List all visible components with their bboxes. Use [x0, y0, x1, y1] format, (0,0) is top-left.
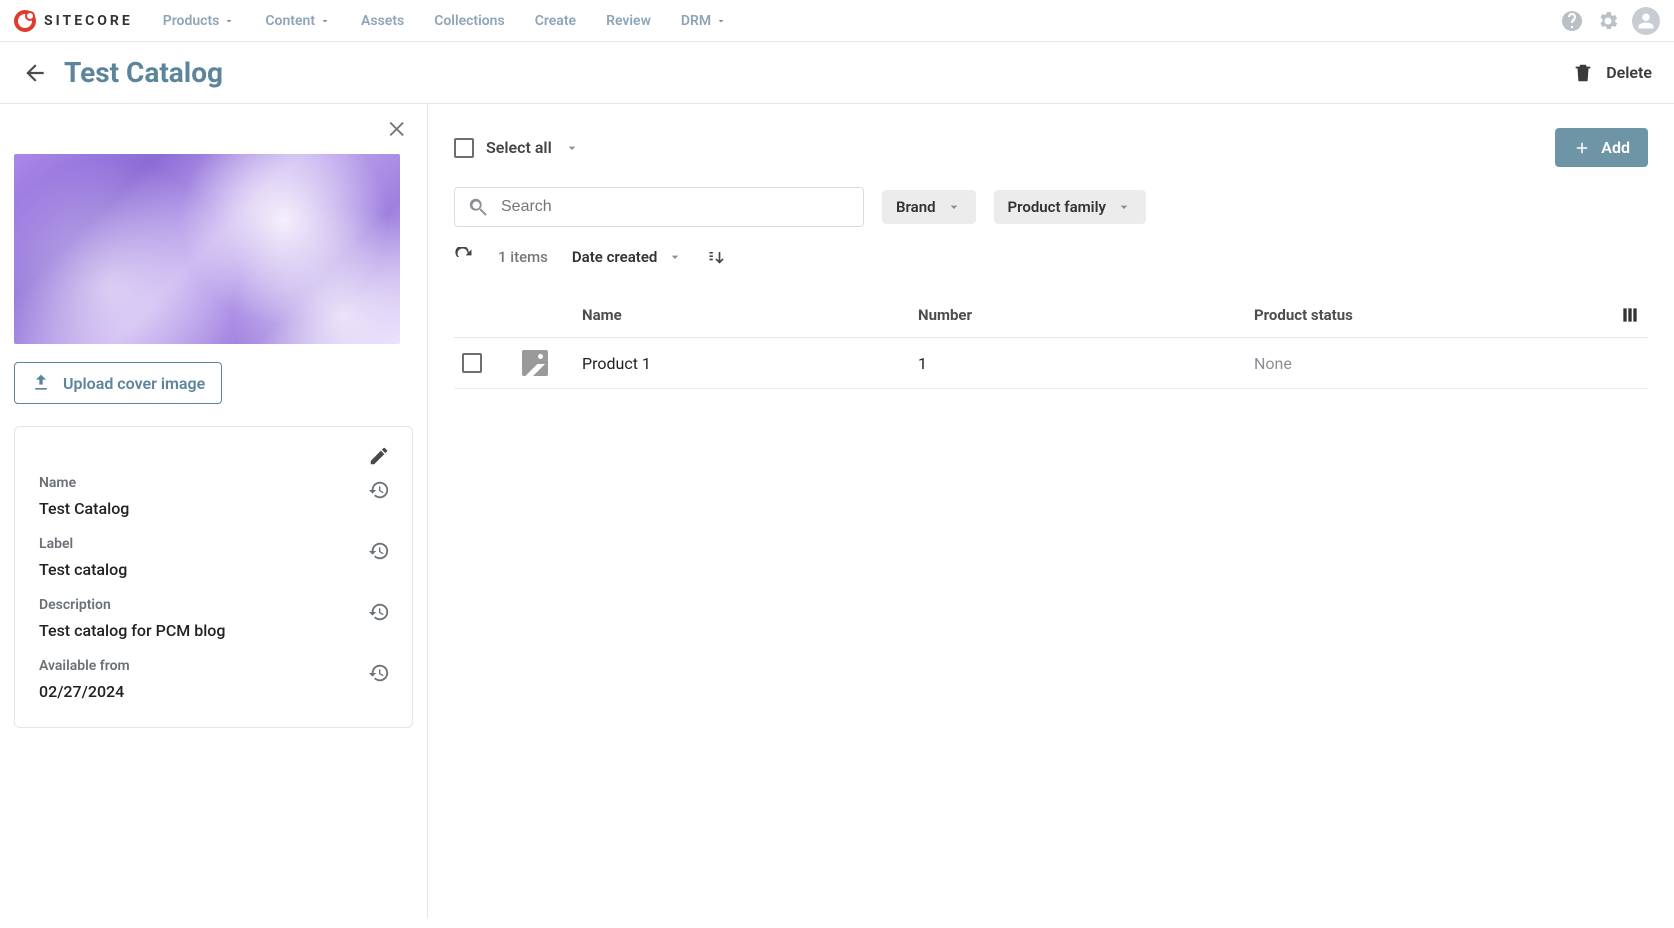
close-icon[interactable]	[387, 118, 409, 140]
refresh-icon[interactable]	[454, 247, 474, 267]
nav-content[interactable]: Content	[265, 13, 331, 29]
chevron-down-icon	[1116, 199, 1132, 215]
search-icon	[467, 196, 489, 218]
toolbar-row-2: Brand Product family	[454, 187, 1648, 227]
filter-product-family[interactable]: Product family	[994, 190, 1146, 224]
history-icon[interactable]	[368, 540, 390, 562]
page-header: Test Catalog Delete	[0, 42, 1674, 104]
select-all-checkbox[interactable]	[454, 138, 474, 158]
nav-collections-label: Collections	[434, 13, 504, 29]
field-name-label: Name	[39, 475, 388, 491]
filter-brand-label: Brand	[896, 198, 936, 216]
person-icon	[1637, 12, 1655, 30]
gear-icon[interactable]	[1596, 9, 1620, 33]
row-status: None	[1254, 354, 1580, 373]
field-label-label: Label	[39, 536, 388, 552]
top-nav: SITECORE Products Content Assets Collect…	[0, 0, 1674, 42]
chevron-down-icon[interactable]	[564, 140, 580, 156]
details-card: Name Test Catalog Label Test catalog Des…	[14, 426, 413, 728]
field-available-label: Available from	[39, 658, 388, 674]
products-table: Name Number Product status Product 1 1 N…	[454, 293, 1648, 389]
sort-direction-icon[interactable]	[707, 247, 727, 267]
nav-products-label: Products	[163, 13, 220, 29]
plus-icon	[1573, 139, 1591, 157]
history-icon[interactable]	[368, 662, 390, 684]
history-icon[interactable]	[368, 601, 390, 623]
back-arrow-icon[interactable]	[22, 60, 48, 86]
edit-icon[interactable]	[368, 445, 390, 467]
toolbar-row-3: 1 items Date created	[454, 247, 1648, 267]
search-box[interactable]	[454, 187, 864, 227]
nav-review[interactable]: Review	[606, 13, 651, 29]
chevron-down-icon	[715, 15, 727, 27]
nav-content-label: Content	[265, 13, 315, 29]
delete-button[interactable]: Delete	[1572, 62, 1652, 84]
page-title: Test Catalog	[64, 56, 223, 89]
sort-label: Date created	[572, 248, 657, 266]
sort-picker[interactable]: Date created	[572, 248, 683, 266]
nav-drm-label: DRM	[681, 13, 711, 29]
col-name: Name	[582, 306, 908, 324]
brand-logo-mark	[14, 10, 36, 32]
row-checkbox[interactable]	[462, 353, 482, 373]
toolbar-row-1: Select all Add	[454, 128, 1648, 167]
brand-logo[interactable]: SITECORE	[14, 10, 133, 32]
field-label: Label Test catalog	[39, 536, 388, 579]
search-input[interactable]	[499, 197, 851, 217]
field-label-value: Test catalog	[39, 560, 388, 579]
select-all-label: Select all	[486, 138, 552, 157]
upload-cover-label: Upload cover image	[63, 374, 205, 393]
nav-products[interactable]: Products	[163, 13, 236, 29]
row-name: Product 1	[582, 354, 908, 373]
table-header: Name Number Product status	[454, 293, 1648, 338]
field-available-value: 02/27/2024	[39, 682, 388, 701]
upload-icon	[31, 373, 51, 393]
chevron-down-icon	[319, 15, 331, 27]
brand-name: SITECORE	[44, 13, 133, 29]
row-number: 1	[918, 354, 1244, 373]
col-status: Product status	[1254, 306, 1580, 324]
header-right-icons	[1560, 7, 1660, 35]
nav-assets-label: Assets	[361, 13, 404, 29]
nav-collections[interactable]: Collections	[434, 13, 504, 29]
trash-icon	[1572, 62, 1594, 84]
help-icon[interactable]	[1560, 9, 1584, 33]
items-count: 1 items	[498, 248, 548, 266]
upload-cover-button[interactable]: Upload cover image	[14, 362, 222, 404]
chevron-down-icon	[667, 249, 683, 265]
select-all[interactable]: Select all	[454, 138, 580, 158]
chevron-down-icon	[946, 199, 962, 215]
history-icon[interactable]	[368, 479, 390, 501]
details-sidebar: Upload cover image Name Test Catalog Lab…	[0, 104, 428, 918]
nav-assets[interactable]: Assets	[361, 13, 404, 29]
image-placeholder-icon	[522, 350, 548, 376]
field-name: Name Test Catalog	[39, 475, 388, 518]
field-description: Description Test catalog for PCM blog	[39, 597, 388, 640]
field-available-from: Available from 02/27/2024	[39, 658, 388, 701]
field-description-value: Test catalog for PCM blog	[39, 621, 388, 640]
avatar[interactable]	[1632, 7, 1660, 35]
nav-review-label: Review	[606, 13, 651, 29]
nav-create-label: Create	[535, 13, 576, 29]
columns-settings-icon[interactable]	[1620, 305, 1640, 325]
cover-image	[14, 154, 400, 344]
field-name-value: Test Catalog	[39, 499, 388, 518]
col-number: Number	[918, 306, 1244, 324]
add-label: Add	[1601, 138, 1630, 157]
chevron-down-icon	[223, 15, 235, 27]
main-content: Select all Add Brand Product family	[428, 104, 1674, 918]
nav-create[interactable]: Create	[535, 13, 576, 29]
field-description-label: Description	[39, 597, 388, 613]
delete-label: Delete	[1606, 63, 1652, 82]
nav-items: Products Content Assets Collections Crea…	[163, 13, 1560, 29]
filter-product-family-label: Product family	[1008, 198, 1106, 216]
add-button[interactable]: Add	[1555, 128, 1648, 167]
nav-drm[interactable]: DRM	[681, 13, 727, 29]
table-row[interactable]: Product 1 1 None	[454, 338, 1648, 389]
filter-brand[interactable]: Brand	[882, 190, 976, 224]
